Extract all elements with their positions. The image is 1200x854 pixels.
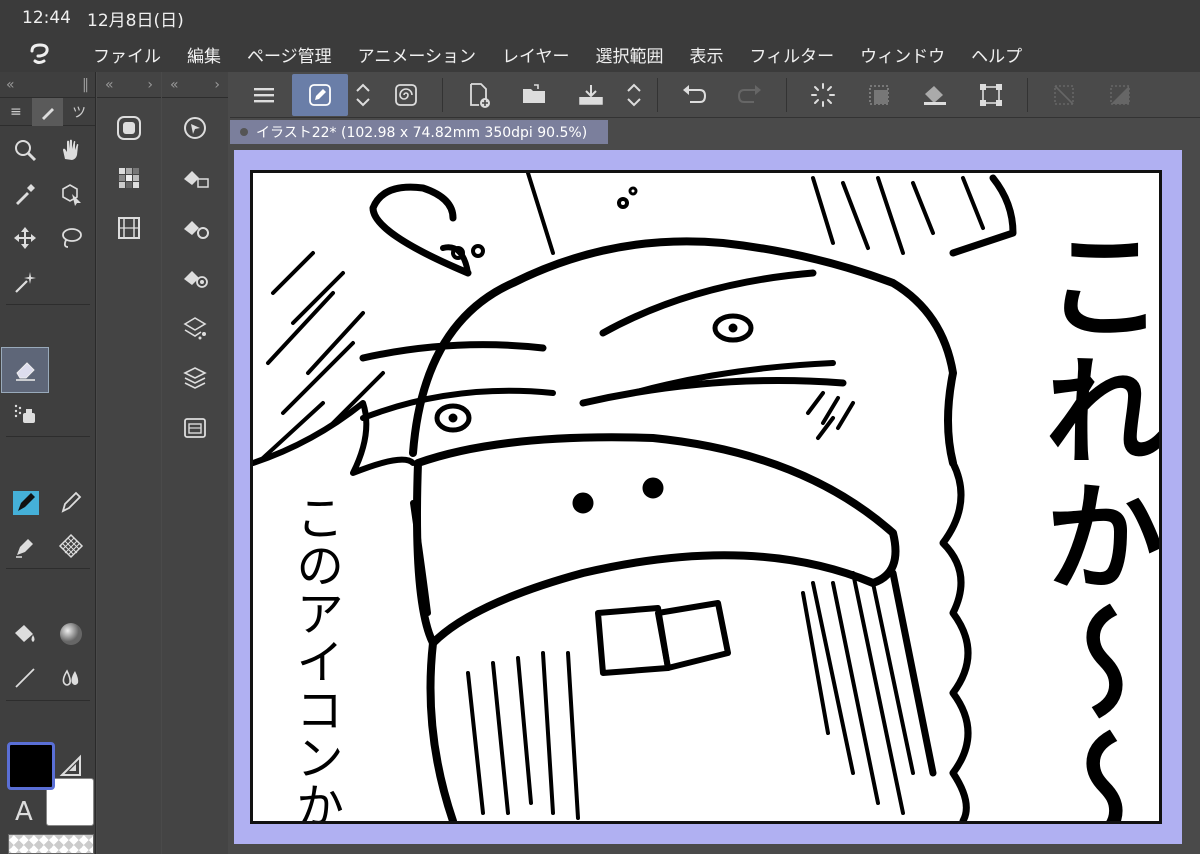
drawing-canvas[interactable]: これか〜〜 このアイコンか〜 [250,170,1162,824]
tool-panel-nav: « ‖ [0,72,95,98]
fill-selection-icon[interactable] [907,74,963,116]
hamburger-menu-icon[interactable] [236,74,292,116]
transform-icon[interactable] [963,74,1019,116]
move-icon[interactable] [2,216,48,260]
vertical-text-left: このアイコンか〜 [287,493,343,821]
tool-empty-3 [48,392,94,436]
close-dot-icon[interactable] [240,128,248,136]
app-logo-icon[interactable] [0,36,80,72]
illustration: これか〜〜 このアイコンか〜 [253,173,1159,821]
pencil-icon[interactable] [48,480,94,524]
panel-grip-icon[interactable]: ‖ [82,77,89,93]
tool-divider [6,568,90,569]
collapse-sub2-icon[interactable]: « [170,77,179,93]
tool-divider [6,700,90,701]
navigator-icon[interactable] [175,108,215,148]
canvas-area[interactable]: これか〜〜 このアイコンか〜 [230,144,1200,854]
vertical-text-right: これか〜〜 [1024,223,1160,821]
redo-icon[interactable] [722,74,778,116]
status-time: 12:44 [22,8,71,28]
toolbar-separator [786,77,787,112]
menu-edit[interactable]: 編集 [174,42,234,67]
app-window: 12:44 12月8日(日) ファイル 編集 ページ管理 アニメーション レイヤ… [0,0,1200,854]
pattern-icon[interactable] [48,524,94,568]
swirl-icon[interactable] [378,74,434,116]
zoom-icon[interactable] [2,128,48,172]
layers-icon[interactable] [175,358,215,398]
canvas-tab[interactable]: イラスト22* (102.98 x 74.82mm 350dpi 90.5%) [230,120,608,144]
toolbar-separator [1027,77,1028,112]
menu-page[interactable]: ページ管理 [234,42,345,67]
sub-view-icon[interactable] [175,408,215,448]
sub-panel-2-nav: « › [162,72,228,98]
sub-tool-panel-2: « › [162,72,228,854]
tab-tool-sub[interactable]: ツ [63,98,95,126]
tool-menu-icon[interactable]: ≡ [0,98,32,126]
tool-panel: « ‖ ≡ ツ A [0,72,96,854]
deselect-icon[interactable] [1036,74,1092,116]
tab-pen-tools[interactable] [31,97,64,126]
collapse-sub1-icon[interactable]: « [105,77,114,93]
toolbar-separator [657,77,658,112]
menu-animation[interactable]: アニメーション [345,42,489,67]
tool-empty-1 [48,260,94,304]
tool-tabs: ≡ ツ [0,97,95,126]
timeline-icon[interactable] [109,208,149,248]
undo-icon[interactable] [666,74,722,116]
menu-file[interactable]: ファイル [80,42,174,67]
line-icon[interactable] [2,656,48,700]
invert-selection-icon[interactable] [1092,74,1148,116]
eyedropper-icon[interactable] [2,172,48,216]
status-bar: 12:44 12月8日(日) [0,0,1200,36]
menu-bar: ファイル 編集 ページ管理 アニメーション レイヤー 選択範囲 表示 フィルター… [0,36,1200,72]
canvas-tab-title: イラスト22* (102.98 x 74.82mm 350dpi 90.5%) [256,125,588,141]
loading-spinner-icon[interactable] [795,74,851,116]
expand-sub1-icon[interactable]: › [147,77,153,93]
collapse-left-icon[interactable]: « [6,77,15,93]
eraser-icon[interactable] [1,347,49,393]
layer-property-icon[interactable] [175,158,215,198]
airbrush-icon[interactable] [2,392,48,436]
pen-icon[interactable] [2,480,48,524]
tool-divider [6,304,90,305]
sub-tool-panel-1: « › [97,72,161,854]
marker-icon[interactable] [2,524,48,568]
menu-layer[interactable]: レイヤー [489,42,583,67]
hand-icon[interactable] [48,128,94,172]
menu-filter[interactable]: フィルター [737,42,848,67]
layer-search-icon[interactable] [175,258,215,298]
menu-window[interactable]: ウィンドウ [847,42,958,67]
command-bar [230,72,1200,118]
sub-panel-1-nav: « › [97,72,161,98]
open-folder-icon[interactable] [507,74,563,116]
magic-wand-icon[interactable] [2,260,48,304]
updown-arrows-icon[interactable] [348,74,378,116]
transparent-color-swatch[interactable] [8,834,94,854]
tool-divider [6,436,90,437]
foreground-color-swatch[interactable] [7,742,55,790]
tool-empty-2 [48,348,94,392]
blend-icon[interactable] [48,656,94,700]
new-file-icon[interactable] [451,74,507,116]
status-date: 12月8日(日) [87,10,184,31]
toolbar-separator [442,77,443,112]
layer-settings-icon[interactable] [175,208,215,248]
fill-icon[interactable] [2,612,48,656]
object-icon[interactable] [48,172,94,216]
save-options-arrows-icon[interactable] [619,74,649,116]
edit-tool-icon[interactable] [292,73,348,116]
menu-help[interactable]: ヘルプ [958,42,1035,67]
gradient-icon[interactable] [48,612,94,656]
sub-tool-round-icon[interactable] [109,108,149,148]
save-icon[interactable] [563,74,619,116]
menu-selection[interactable]: 選択範囲 [583,42,677,67]
select-all-icon[interactable] [851,74,907,116]
color-swatches [4,742,94,854]
color-set-icon[interactable] [109,158,149,198]
canvas-frame: これか〜〜 このアイコンか〜 [234,150,1182,844]
material-icon[interactable] [175,308,215,348]
expand-sub2-icon[interactable]: › [214,77,220,93]
lasso-icon[interactable] [48,216,94,260]
menu-view[interactable]: 表示 [677,42,737,67]
